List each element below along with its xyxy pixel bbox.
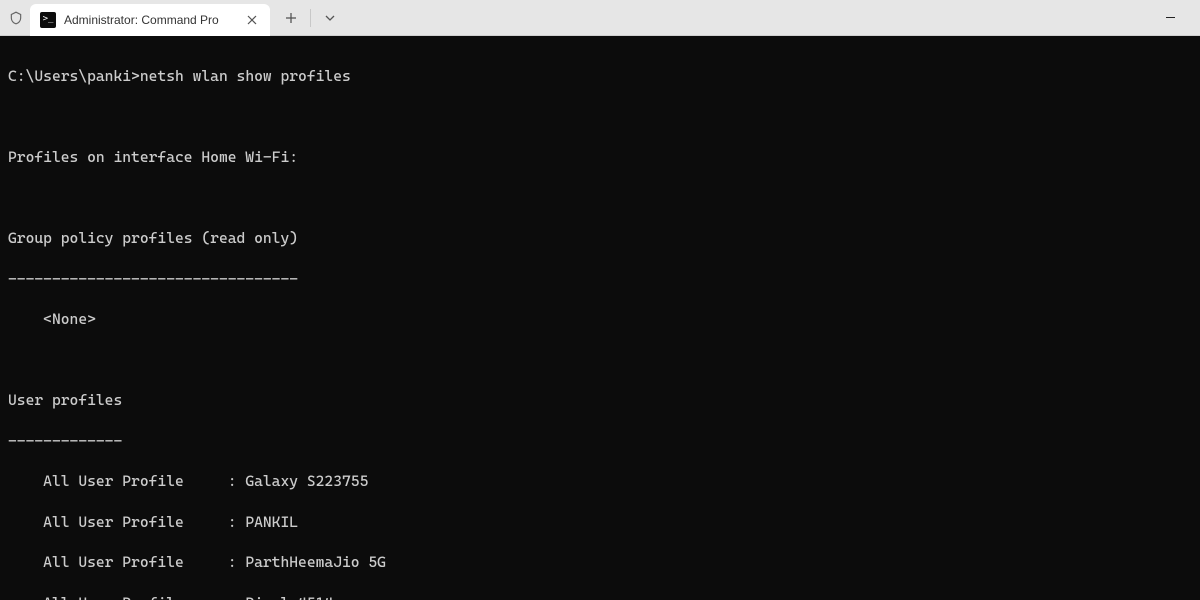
- blank-line: [8, 107, 1192, 127]
- prompt-line: C:\Users\panki>netsh wlan show profiles: [8, 66, 1192, 86]
- blank-line: [8, 350, 1192, 370]
- interface-header: Profiles on interface Home Wi-Fi:: [8, 147, 1192, 167]
- new-tab-button[interactable]: [276, 3, 306, 33]
- profile-value: Galaxy S223755: [245, 471, 368, 491]
- minimize-button[interactable]: [1148, 3, 1192, 33]
- profile-value: ParthHeemaJio 5G: [245, 552, 386, 572]
- window-controls: [1148, 3, 1192, 33]
- group-policy-header: Group policy profiles (read only): [8, 228, 1192, 248]
- terminal-output[interactable]: C:\Users\panki>netsh wlan show profiles …: [0, 36, 1200, 600]
- profile-label: All User Profile :: [8, 471, 245, 491]
- cmd-icon: >_: [40, 12, 56, 28]
- tab-dropdown-button[interactable]: [315, 3, 345, 33]
- profile-row: All User Profile : PANKIL: [8, 512, 1192, 532]
- profile-label: All User Profile :: [8, 512, 245, 532]
- profile-row: All User Profile : ParthHeemaJio 5G: [8, 552, 1192, 572]
- close-tab-button[interactable]: [244, 12, 260, 28]
- group-policy-dashes: ---------------------------------: [8, 269, 1192, 289]
- profile-row: All User Profile : Pixel_4514: [8, 593, 1192, 600]
- entered-command: netsh wlan show profiles: [140, 66, 351, 86]
- profile-label: All User Profile :: [8, 552, 245, 572]
- tab-actions: [276, 3, 345, 33]
- group-policy-none: <None>: [8, 309, 1192, 329]
- profile-value: Pixel_4514: [245, 593, 333, 600]
- user-profiles-header: User profiles: [8, 390, 1192, 410]
- prompt-path: C:\Users\panki>: [8, 66, 140, 86]
- user-profiles-dashes: -------------: [8, 431, 1192, 451]
- titlebar: >_ Administrator: Command Pro: [0, 0, 1200, 36]
- tab-title: Administrator: Command Pro: [64, 13, 236, 27]
- profile-value: PANKIL: [245, 512, 298, 532]
- blank-line: [8, 188, 1192, 208]
- active-tab[interactable]: >_ Administrator: Command Pro: [30, 4, 270, 36]
- profile-label: All User Profile :: [8, 593, 245, 600]
- shield-admin-icon: [8, 10, 24, 26]
- profile-row: All User Profile : Galaxy S223755: [8, 471, 1192, 491]
